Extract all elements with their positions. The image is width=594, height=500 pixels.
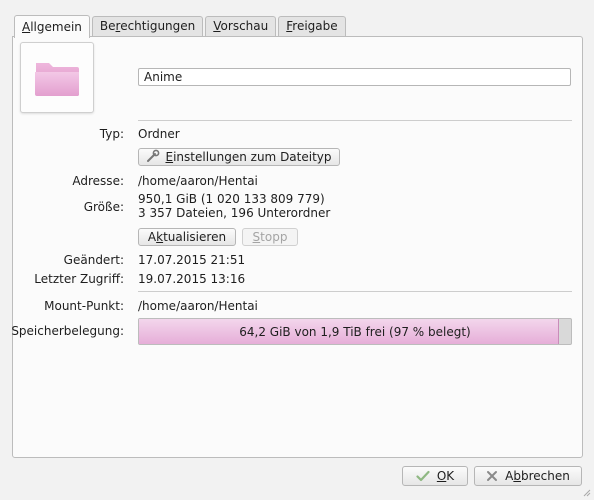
cancel-x-icon: [486, 470, 498, 482]
tab-preview-label: orschau: [220, 19, 269, 33]
separator-bottom: [138, 291, 572, 292]
storage-label: Speicherbelegung:: [11, 324, 124, 338]
mount-label: Mount-Punkt:: [44, 299, 124, 313]
filetype-settings-mnemonic: E: [165, 150, 174, 164]
ok-mnemonic: O: [436, 469, 447, 483]
cancel-label: brechen: [520, 469, 570, 483]
refresh-button[interactable]: Ak tualisieren: [138, 228, 236, 246]
size-detail: 3 357 Dateien, 196 Unterordner: [138, 206, 331, 220]
modified-value: 17.07.2015 21:51: [138, 253, 246, 267]
storage-usage-bar: 64,2 GiB von 1,9 TiB frei (97 % belegt): [138, 318, 572, 345]
stop-mnemonic: S: [252, 230, 261, 244]
refresh-mnemonic: k: [156, 230, 164, 244]
accessed-label: Letzter Zugriff:: [34, 272, 124, 286]
tab-sharing-label: reigabe: [292, 19, 338, 33]
tab-preview[interactable]: Vorschau: [205, 16, 277, 36]
resize-grip-icon[interactable]: [581, 487, 591, 497]
folder-icon-button[interactable]: [20, 42, 94, 113]
ok-button[interactable]: OK: [402, 466, 468, 486]
tab-general-label: llgemein: [30, 20, 82, 34]
tab-general-mnemonic: A: [22, 20, 31, 34]
cancel-label-pre: A: [505, 469, 514, 483]
type-value: Ordner: [138, 127, 180, 141]
type-label: Typ:: [99, 127, 124, 141]
separator-top: [138, 120, 572, 121]
ok-label: K: [446, 469, 455, 483]
modified-label: Geändert:: [63, 253, 124, 267]
storage-usage-text: 64,2 GiB von 1,9 TiB frei (97 % belegt): [239, 324, 471, 339]
refresh-label: tualisieren: [163, 230, 227, 244]
tab-sharing[interactable]: Freigabe: [278, 16, 346, 36]
refresh-label-pre: A: [147, 230, 157, 244]
tab-preview-mnemonic: V: [213, 19, 221, 33]
cancel-button[interactable]: Ab brechen: [474, 466, 582, 486]
tab-permissions[interactable]: Berechtigungen: [91, 16, 204, 36]
size-value: 950,1 GiB (1 020 133 809 779): [138, 192, 325, 206]
tab-general[interactable]: Allgemein: [14, 15, 90, 38]
pink-folder-icon: [35, 63, 79, 96]
folder-name-input[interactable]: [138, 68, 571, 86]
tab-bar: Allgemein Berechtigungen Vorschau Freiga…: [14, 14, 348, 38]
wrench-icon: [146, 149, 160, 166]
size-label: Größe:: [83, 200, 124, 214]
mount-value: /home/aaron/Hentai: [138, 299, 258, 313]
cancel-mnemonic: b: [513, 469, 521, 483]
checkmark-icon: [416, 470, 430, 482]
stop-label: topp: [260, 230, 288, 244]
accessed-value: 19.07.2015 13:16: [138, 272, 246, 286]
filetype-settings-button[interactable]: Einstellungen zum Dateityp: [138, 148, 340, 166]
tab-permissions-label: echtigungen: [120, 19, 196, 33]
address-label: Adresse:: [72, 174, 124, 188]
tab-permissions-label-pre: Be: [99, 19, 116, 33]
filetype-settings-label: instellungen zum Dateityp: [173, 150, 332, 164]
general-panel: [12, 36, 583, 458]
address-value: /home/aaron/Hentai: [138, 174, 258, 188]
stop-button[interactable]: Stopp: [242, 228, 298, 246]
